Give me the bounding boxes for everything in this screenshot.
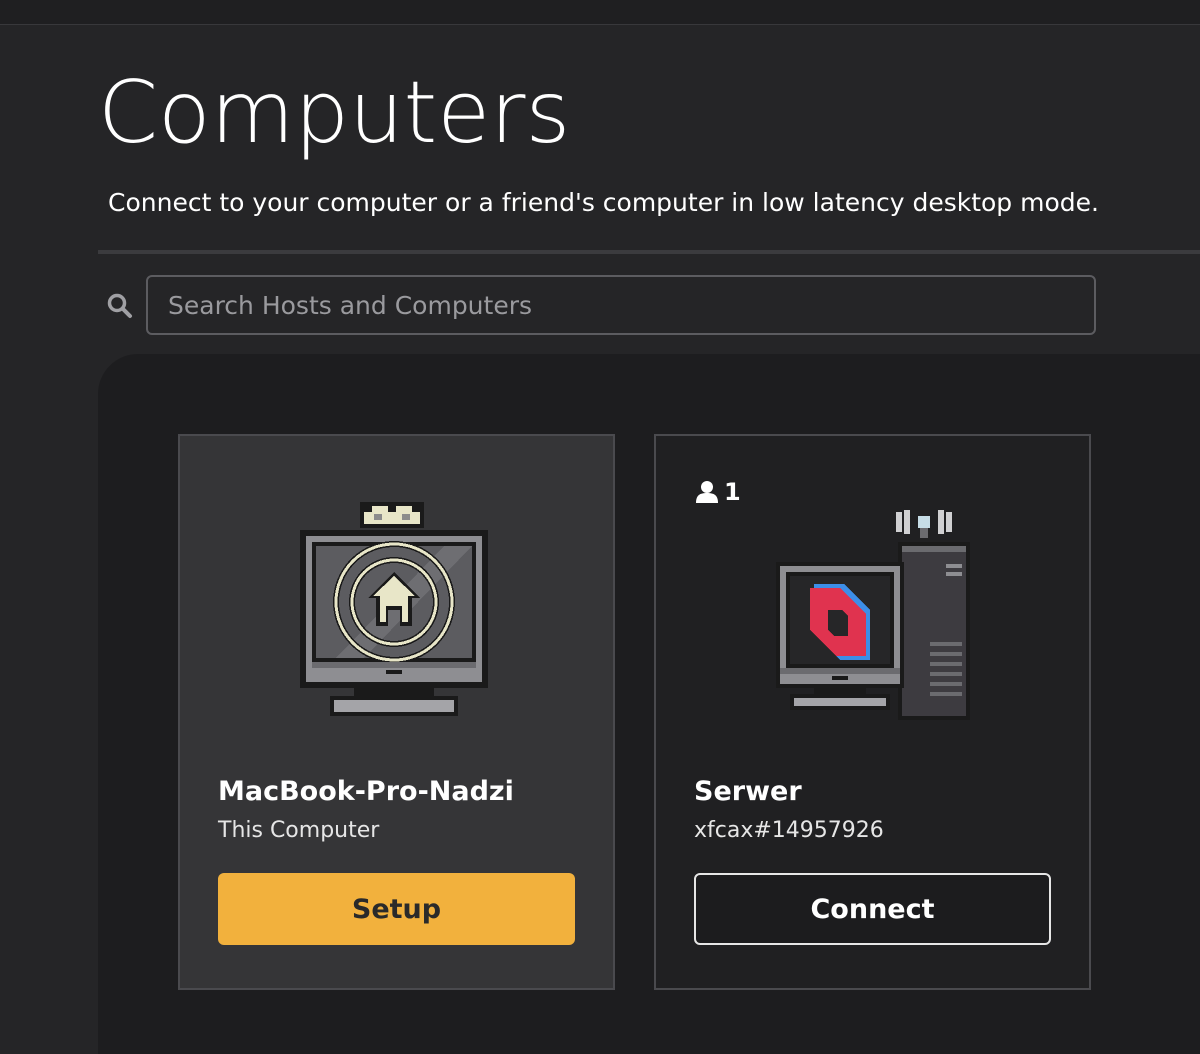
search-icon <box>107 293 132 318</box>
server-computer-icon <box>776 510 970 720</box>
search-input[interactable] <box>146 275 1096 335</box>
connect-button[interactable]: Connect <box>694 873 1051 945</box>
top-bar <box>0 0 1200 25</box>
divider <box>98 250 1200 254</box>
page-subtitle: Connect to your computer or a friend's c… <box>108 188 1099 217</box>
computer-name: Serwer <box>694 776 802 807</box>
user-count-value: 1 <box>724 478 741 506</box>
computer-card-remote: 1 Serwer xfcax#14957926 Connect <box>654 434 1091 990</box>
setup-button[interactable]: Setup <box>218 873 575 945</box>
home-monitor-crown-icon <box>300 502 488 716</box>
user-icon <box>696 481 718 503</box>
page-title: Computers <box>98 63 571 163</box>
user-count: 1 <box>696 478 741 506</box>
computer-detail: This Computer <box>218 818 380 843</box>
computer-card-this: MacBook-Pro-Nadzi This Computer Setup <box>178 434 615 990</box>
computer-name: MacBook-Pro-Nadzi <box>218 776 514 807</box>
computer-detail: xfcax#14957926 <box>694 818 884 843</box>
